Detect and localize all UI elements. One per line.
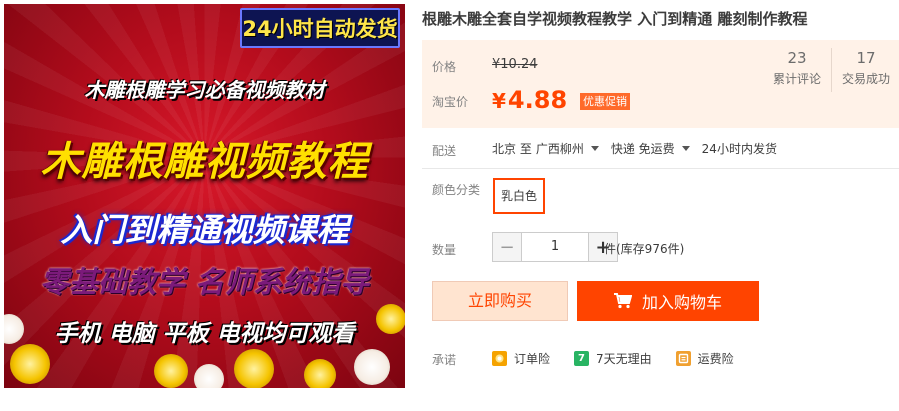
review-count-stat[interactable]: 23 累计评论 <box>763 40 831 128</box>
current-price-value: 4.88 <box>507 86 568 114</box>
promise-shipping-insurance[interactable]: 运费险 <box>675 350 734 367</box>
current-price: ¥4.88 <box>492 86 567 114</box>
ship-destination: 广西柳州 <box>535 142 584 156</box>
promise-text: 订单险 <box>514 352 551 366</box>
ship-destination-select[interactable]: 广西柳州 <box>536 140 611 157</box>
promise-order-insurance[interactable]: 订单险 <box>492 350 550 367</box>
sales-stats: 23 累计评论 17 交易成功 <box>763 40 899 128</box>
promise-text: 运费险 <box>697 352 734 366</box>
product-title: 根雕木雕全套自学视频教程教学 入门到精通 雕刻制作教程 <box>422 10 808 28</box>
image-headline-2: 木雕根雕视频教程 <box>40 139 369 185</box>
promise-label: 承诺 <box>432 353 457 367</box>
transaction-count: 17 <box>856 49 876 67</box>
promo-tag[interactable]: 优惠促销 <box>580 93 630 110</box>
add-to-cart-button[interactable]: 加入购物车 <box>577 281 759 321</box>
price-panel: 价格 ¥10.24 淘宝价 ¥4.88 优惠促销 23 累计评论 17 交易成功 <box>422 40 899 128</box>
quantity-decrease-button[interactable]: − <box>492 232 522 262</box>
transaction-count-label: 交易成功 <box>841 72 890 86</box>
flower-decoration <box>234 349 274 388</box>
auto-delivery-badge: 24小时自动发货 <box>240 8 400 48</box>
promise-list: 订单险 7 7天无理由 运费险 <box>492 350 758 367</box>
sku-label: 颜色分类 <box>432 183 481 197</box>
flower-decoration <box>304 359 336 388</box>
promise-text: 7天无理由 <box>596 352 652 366</box>
image-headline-5: 手机 电脑 平板 电视均可观看 <box>54 321 355 347</box>
review-count: 23 <box>787 49 807 67</box>
flower-decoration <box>154 354 188 388</box>
shipping-label: 配送 <box>432 144 457 158</box>
product-main-image[interactable]: 24小时自动发货 木雕根雕学习必备视频教材 木雕根雕视频教程 入门到精通视频课程… <box>4 4 405 388</box>
order-insurance-icon <box>492 351 507 366</box>
quantity-stepper: − 1 + <box>492 232 618 262</box>
flower-decoration <box>354 349 390 385</box>
chevron-down-icon <box>590 146 599 151</box>
add-to-cart-label: 加入购物车 <box>641 293 722 312</box>
quantity-input[interactable]: 1 <box>522 232 588 262</box>
buy-now-button[interactable]: 立即购买 <box>432 281 568 321</box>
shipping-insurance-icon <box>675 351 691 366</box>
flower-decoration <box>10 344 50 384</box>
seven-day-return-icon: 7 <box>574 351 590 366</box>
ship-method-select[interactable]: 快递 免运费 <box>611 140 702 157</box>
promise-seven-day-return[interactable]: 7 7天无理由 <box>574 350 652 367</box>
currency-symbol: ¥ <box>492 89 506 113</box>
transaction-count-stat[interactable]: 17 交易成功 <box>832 40 899 128</box>
image-headline-4: 零基础教学 名师系统指导 <box>39 265 370 299</box>
divider <box>422 168 899 169</box>
chevron-down-icon <box>681 146 690 151</box>
image-headline-3: 入门到精通视频课程 <box>60 211 349 249</box>
original-price: ¥10.24 <box>492 57 538 72</box>
ship-method: 快递 免运费 <box>610 142 675 156</box>
quantity-label: 数量 <box>432 243 457 257</box>
flower-decoration <box>376 304 405 334</box>
flower-decoration <box>194 364 224 388</box>
shopping-cart-icon <box>613 293 632 309</box>
auto-delivery-badge-text: 24小时自动发货 <box>242 17 398 41</box>
dispatch-time: 24小时内发货 <box>701 142 777 156</box>
review-count-label: 累计评论 <box>772 72 821 86</box>
stock-info: 件(库存976件) <box>604 242 685 256</box>
image-headline-1: 木雕根雕学习必备视频教材 <box>84 78 325 102</box>
original-price-label: 价格 <box>432 60 457 74</box>
shipping-row: 北京 至 广西柳州 快递 免运费 24小时内发货 <box>492 140 777 157</box>
current-price-label: 淘宝价 <box>432 95 469 109</box>
sku-option-selected[interactable]: 乳白色 <box>493 178 546 214</box>
ship-from: 北京 至 <box>492 142 532 156</box>
